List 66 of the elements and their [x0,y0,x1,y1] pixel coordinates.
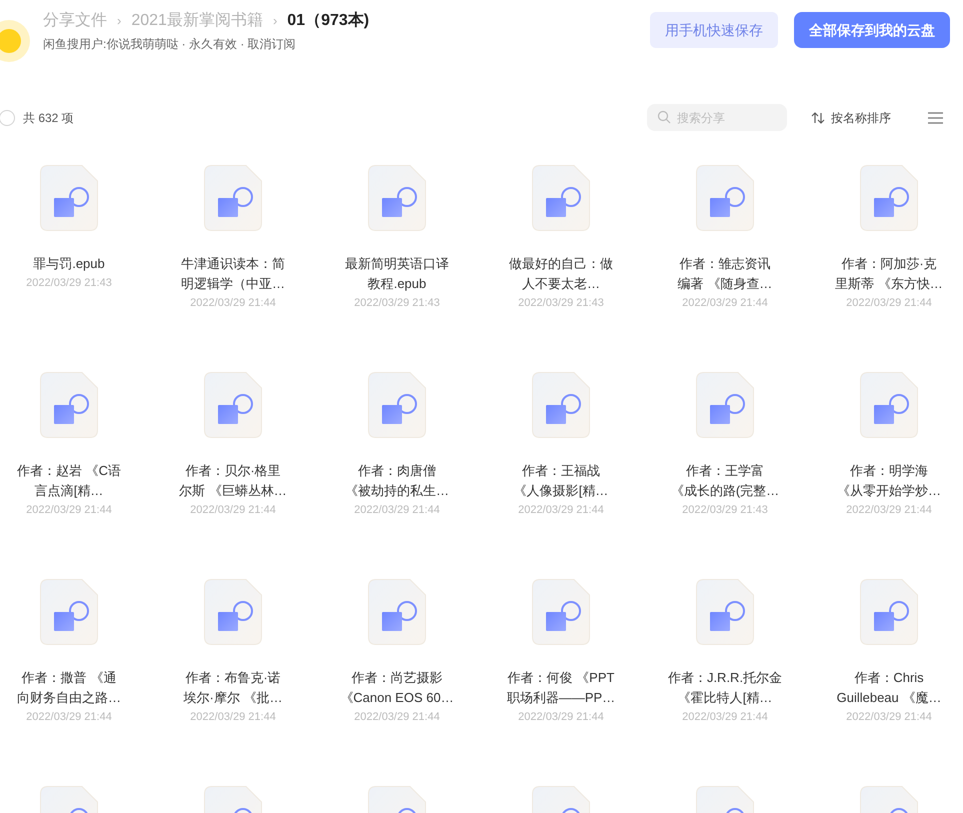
document-icon [696,165,754,231]
share-info: 闲鱼搜用户:你说我萌萌哒 · 永久有效 · 取消订阅 [43,36,297,53]
document-icon [40,165,98,231]
file-date: 2022/03/29 21:44 [518,710,604,725]
breadcrumb-link[interactable]: 01（973本) [287,9,370,33]
file-name[interactable]: 作者：明学海 《从零开始学炒… [814,461,963,501]
file-name[interactable]: 做最好的自己：做 人不要太老… [486,254,636,294]
document-icon [532,165,590,231]
file-name[interactable]: 作者：阿加莎·克 里斯蒂 《东方快… [814,254,963,294]
document-icon [368,579,426,645]
file-name[interactable]: 作者：王学富 《成长的路(完整… [650,461,800,501]
file-name[interactable]: 作者：Chris Guillebeau 《魔… [814,668,963,708]
document-icon [204,165,262,231]
file-name[interactable]: 作者：J.R.R.托尔金 《霍比特人[精… [650,668,800,708]
file-name[interactable]: 作者：王福战 《人像摄影[精… [486,461,636,501]
file-name[interactable]: 最新简明英语口译 教程.epub [322,254,472,294]
file-date: 2022/03/29 21:44 [846,296,932,311]
file-name[interactable]: 作者：布鲁克·诺 埃尔·摩尔 《批… [158,668,308,708]
file-date: 2022/03/29 21:43 [682,503,768,518]
menu-icon[interactable] [928,112,943,124]
file-date: 2022/03/29 21:44 [190,503,276,518]
file-name[interactable]: 作者：雏志资讯 编著 《随身查… [650,254,800,294]
file-name[interactable]: 罪与罚.epub [0,254,144,274]
sort-icon [811,112,825,124]
file-date: 2022/03/29 21:44 [518,503,604,518]
file-date: 2022/03/29 21:43 [354,296,440,311]
document-icon [532,372,590,438]
item-count: 共 632 项 [23,110,74,126]
document-icon [368,165,426,231]
document-icon [368,372,426,438]
file-date: 2022/03/29 21:44 [190,296,276,311]
document-icon [696,372,754,438]
file-date: 2022/03/29 21:43 [518,296,604,311]
file-name[interactable]: 作者：贝尔·格里 尔斯 《巨蟒丛林… [158,461,308,501]
document-icon [40,579,98,645]
file-date: 2022/03/29 21:44 [354,503,440,518]
file-date: 2022/03/29 21:44 [190,710,276,725]
document-icon [204,579,262,645]
file-date: 2022/03/29 21:44 [26,710,112,725]
sort-button[interactable]: 按名称排序 [811,108,891,126]
select-all-checkbox[interactable] [0,110,15,126]
search-icon [657,110,671,124]
file-name[interactable]: 作者：撒普 《通 向财务自由之路… [0,668,144,708]
avatar [0,20,30,62]
breadcrumb-separator: › [117,12,122,30]
file-date: 2022/03/29 21:44 [846,503,932,518]
file-date: 2022/03/29 21:44 [26,503,112,518]
document-icon [40,372,98,438]
document-icon [860,165,918,231]
document-icon [204,372,262,438]
document-icon [532,579,590,645]
file-name[interactable]: 作者：尚艺摄影 《Canon EOS 60… [322,668,472,708]
file-name[interactable]: 作者：赵岩 《C语 言点滴[精… [0,461,144,501]
file-name[interactable]: 作者：肉唐僧 《被劫持的私生… [322,461,472,501]
file-date: 2022/03/29 21:44 [682,296,768,311]
file-date: 2022/03/29 21:44 [354,710,440,725]
file-date: 2022/03/29 21:44 [682,710,768,725]
file-name[interactable]: 牛津通识读本：简 明逻辑学（中亚… [158,254,308,294]
file-name[interactable]: 作者：何俊 《PPT 职场利器——PP… [486,668,636,708]
file-date: 2022/03/29 21:43 [26,276,112,291]
file-date: 2022/03/29 21:44 [846,710,932,725]
document-icon [860,372,918,438]
document-icon [860,579,918,645]
document-icon [696,579,754,645]
breadcrumb-separator: › [272,12,278,30]
search-field[interactable]: 搜索分享 [647,104,787,131]
